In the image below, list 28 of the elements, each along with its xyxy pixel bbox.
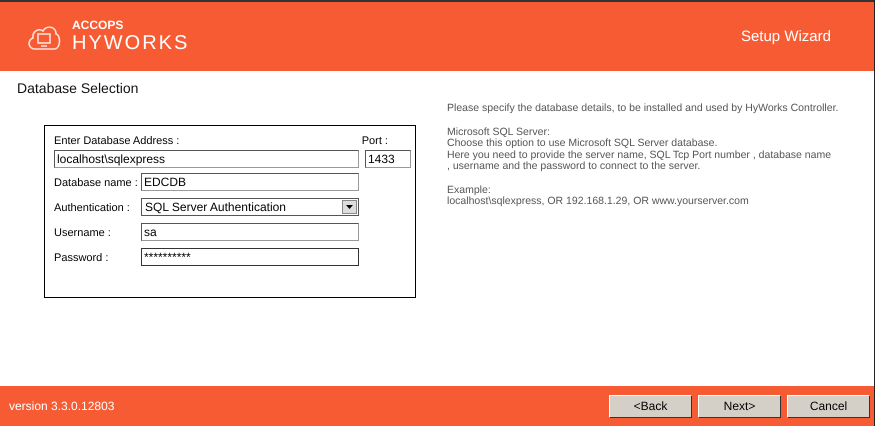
- authentication-dropdown[interactable]: SQL Server Authentication: [141, 198, 359, 216]
- field-label: Database name :: [54, 177, 138, 189]
- address-field[interactable]: localhost\sqlexpress: [54, 150, 359, 168]
- field-label: Password :: [54, 252, 108, 264]
- help-text: Microsoft SQL Server:: [447, 126, 551, 138]
- help-text: localhost\sqlexpress, OR 192.168.1.29, OR www.yourserver.com: [447, 196, 750, 208]
- help-text: Example:: [447, 184, 491, 196]
- wizard-button[interactable]: Next>: [698, 394, 781, 418]
- input-field[interactable]: sa: [141, 223, 359, 241]
- port-field[interactable]: 1433: [365, 150, 411, 168]
- product-name: HYWORKS: [72, 32, 190, 54]
- field-label: Enter Database Address :: [54, 135, 180, 147]
- wizard-button[interactable]: Cancel: [787, 394, 870, 418]
- field-label: Port :: [362, 135, 388, 147]
- help-text: Here you need to provide the server name, SQL Tcp Port number , database name: [447, 150, 832, 160]
- field-label: Username :: [54, 227, 111, 239]
- input-field[interactable]: EDCDB: [141, 173, 359, 191]
- input-field[interactable]: **********: [141, 248, 359, 266]
- help-text: Choose this option to use Microsoft SQL Server database.: [447, 138, 718, 150]
- page-title: Database Selection: [17, 80, 140, 96]
- wizard-button[interactable]: <Back: [609, 394, 692, 418]
- version-label: version 3.3.0.12803: [9, 399, 114, 413]
- help-text: , username and the password to connect to the server.: [447, 161, 702, 172]
- brand-name: ACCOPS: [72, 19, 124, 32]
- field-label: Authentication :: [54, 202, 130, 214]
- wizard-title: Setup Wizard: [740, 28, 831, 45]
- caret-icon: [346, 205, 353, 209]
- help-text: Please specify the database details, to be installed and used by HyWorks Controller.: [447, 103, 840, 114]
